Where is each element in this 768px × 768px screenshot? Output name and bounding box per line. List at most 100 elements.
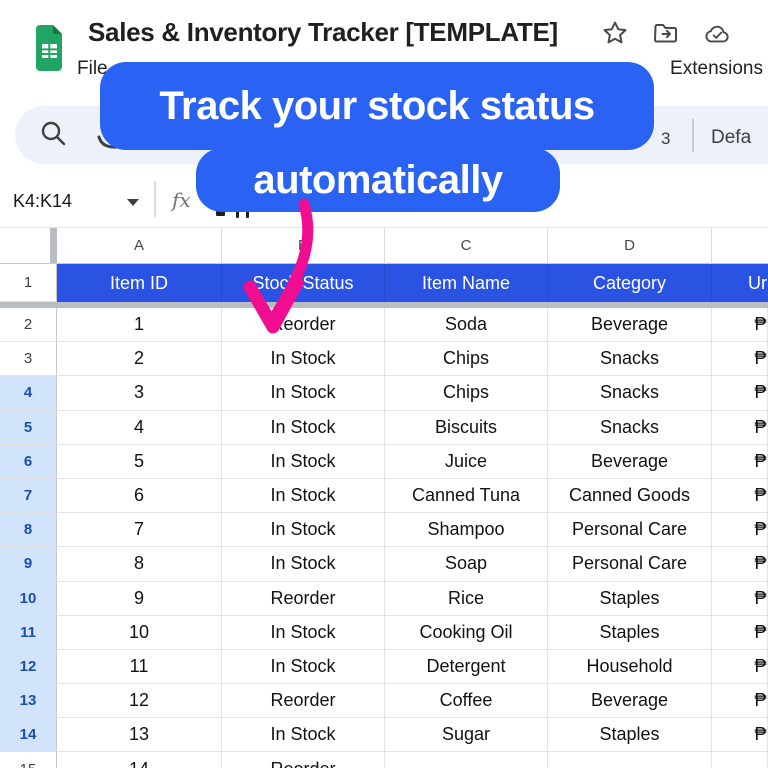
cell-item-name[interactable]: Soda: [385, 308, 548, 342]
cell-stock-status[interactable]: In Stock: [222, 342, 385, 376]
cell-stock-status[interactable]: In Stock: [222, 547, 385, 581]
cell-unit-price-partial[interactable]: ₱: [712, 411, 768, 445]
cell-item-name[interactable]: Sugar: [385, 718, 548, 752]
cell-unit-price-partial[interactable]: ₱: [712, 547, 768, 581]
freeze-handle[interactable]: [50, 228, 57, 263]
cell-unit-price-partial[interactable]: ₱: [712, 376, 768, 410]
header-cell-unit-price-partial[interactable]: Ur: [712, 264, 768, 302]
header-cell-item-name[interactable]: Item Name: [385, 264, 548, 302]
document-title[interactable]: Sales & Inventory Tracker [TEMPLATE]: [88, 17, 558, 48]
cell-unit-price-partial[interactable]: ₱: [712, 342, 768, 376]
row-header-1[interactable]: 1: [0, 264, 57, 302]
cell-category[interactable]: Beverage: [548, 445, 712, 479]
cell-unit-price-partial[interactable]: ₱: [712, 616, 768, 650]
name-box-caret-icon[interactable]: [127, 199, 139, 206]
row-header-6[interactable]: 6: [0, 445, 57, 479]
name-box[interactable]: K4:K14: [13, 191, 72, 212]
column-header-c[interactable]: C: [385, 228, 548, 264]
cell-stock-status[interactable]: In Stock: [222, 616, 385, 650]
cell-category[interactable]: Snacks: [548, 342, 712, 376]
cell-stock-status[interactable]: In Stock: [222, 445, 385, 479]
cell-category[interactable]: Personal Care: [548, 547, 712, 581]
cell-item-id[interactable]: 9: [57, 582, 222, 616]
cell-item-name[interactable]: Detergent: [385, 650, 548, 684]
cell-item-name[interactable]: Chips: [385, 342, 548, 376]
cell-item-id[interactable]: 2: [57, 342, 222, 376]
column-header-a[interactable]: A: [57, 228, 222, 264]
cell-item-name[interactable]: Canned Tuna: [385, 479, 548, 513]
cell-category[interactable]: Personal Care: [548, 513, 712, 547]
cell-category[interactable]: Beverage: [548, 684, 712, 718]
cell-item-id[interactable]: 7: [57, 513, 222, 547]
font-family-selector[interactable]: Defa: [711, 127, 751, 149]
cell-item-id[interactable]: 13: [57, 718, 222, 752]
header-cell-item-id[interactable]: Item ID: [57, 264, 222, 302]
cell-category[interactable]: Canned Goods: [548, 479, 712, 513]
cell-unit-price-partial[interactable]: ₱: [712, 479, 768, 513]
cell-item-id[interactable]: 3: [57, 376, 222, 410]
cell-unit-price-partial[interactable]: ₱: [712, 684, 768, 718]
cell-category[interactable]: Household: [548, 650, 712, 684]
cell-item-id[interactable]: 14: [57, 752, 222, 768]
cell-stock-status[interactable]: In Stock: [222, 411, 385, 445]
row-header-8[interactable]: 8: [0, 513, 57, 547]
cell-item-name[interactable]: Biscuits: [385, 411, 548, 445]
cell-item-name[interactable]: Cooking Oil: [385, 616, 548, 650]
cloud-saved-icon[interactable]: [703, 20, 731, 48]
cell-unit-price-partial[interactable]: ₱: [712, 513, 768, 547]
google-sheets-logo-icon[interactable]: [36, 24, 63, 72]
cell-item-id[interactable]: 6: [57, 479, 222, 513]
cell-category[interactable]: Snacks: [548, 411, 712, 445]
row-header-12[interactable]: 12: [0, 650, 57, 684]
row-header-13[interactable]: 13: [0, 684, 57, 718]
cell-unit-price-partial[interactable]: ₱: [712, 445, 768, 479]
cell-item-id[interactable]: 12: [57, 684, 222, 718]
cell-item-name[interactable]: Coffee: [385, 684, 548, 718]
cell-item-id[interactable]: 1: [57, 308, 222, 342]
cell-item-id[interactable]: 10: [57, 616, 222, 650]
row-header-9[interactable]: 9: [0, 547, 57, 581]
row-header-3[interactable]: 3: [0, 342, 57, 376]
cell-stock-status[interactable]: Reorder: [222, 582, 385, 616]
column-header-d[interactable]: D: [548, 228, 712, 264]
cell-category[interactable]: Staples: [548, 582, 712, 616]
row-header-11[interactable]: 11: [0, 616, 57, 650]
cell-item-name[interactable]: Soap: [385, 547, 548, 581]
cell-item-name[interactable]: Shampoo: [385, 513, 548, 547]
cell-category[interactable]: Staples: [548, 616, 712, 650]
cell-stock-status[interactable]: In Stock: [222, 650, 385, 684]
cell-stock-status[interactable]: In Stock: [222, 479, 385, 513]
star-icon[interactable]: [601, 19, 629, 47]
cell-category[interactable]: [548, 752, 712, 768]
search-icon[interactable]: [39, 119, 67, 147]
row-header-5[interactable]: 5: [0, 411, 57, 445]
cell-item-name[interactable]: Chips: [385, 376, 548, 410]
row-header-14[interactable]: 14: [0, 718, 57, 752]
column-header-b[interactable]: B: [222, 228, 385, 264]
header-cell-stock-status[interactable]: Stock Status: [222, 264, 385, 302]
cell-unit-price-partial[interactable]: ₱: [712, 650, 768, 684]
cell-unit-price-partial[interactable]: ₱: [712, 308, 768, 342]
row-header-2[interactable]: 2: [0, 308, 57, 342]
row-header-4[interactable]: 4: [0, 376, 57, 410]
header-cell-category[interactable]: Category: [548, 264, 712, 302]
row-header-15[interactable]: 15: [0, 752, 57, 768]
cell-item-name[interactable]: Rice: [385, 582, 548, 616]
number-format-button-partial[interactable]: 3: [661, 129, 670, 149]
cell-item-id[interactable]: 11: [57, 650, 222, 684]
row-header-10[interactable]: 10: [0, 582, 57, 616]
cell-stock-status[interactable]: Reorder: [222, 308, 385, 342]
row-header-7[interactable]: 7: [0, 479, 57, 513]
move-to-folder-icon[interactable]: [652, 19, 680, 47]
cell-item-id[interactable]: 5: [57, 445, 222, 479]
cell-unit-price-partial[interactable]: [712, 752, 768, 768]
cell-stock-status[interactable]: In Stock: [222, 718, 385, 752]
cell-category[interactable]: Staples: [548, 718, 712, 752]
cell-item-name[interactable]: [385, 752, 548, 768]
cell-stock-status[interactable]: Reorder: [222, 684, 385, 718]
menu-extensions[interactable]: Extensions: [670, 58, 763, 80]
cell-stock-status[interactable]: In Stock: [222, 376, 385, 410]
cell-category[interactable]: Snacks: [548, 376, 712, 410]
cell-stock-status[interactable]: Reorder: [222, 752, 385, 768]
cell-item-id[interactable]: 4: [57, 411, 222, 445]
